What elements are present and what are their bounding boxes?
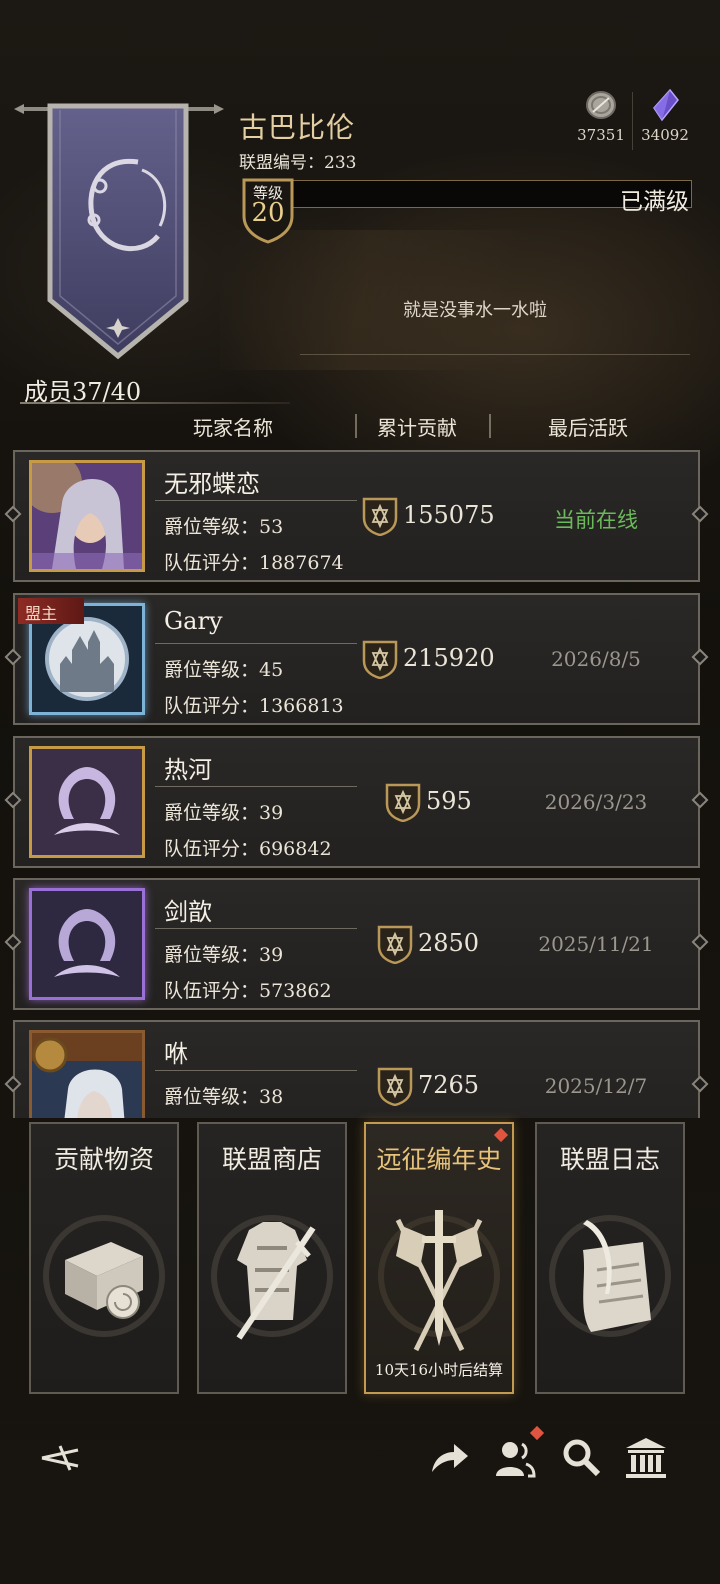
column-header-name: 玩家名称 xyxy=(193,416,273,440)
alliance-log-card[interactable]: 联盟日志 xyxy=(535,1122,685,1394)
card-title: 远征编年史 xyxy=(376,1145,502,1174)
guild-banner[interactable] xyxy=(38,100,198,362)
player-name: Gary xyxy=(164,607,223,635)
contribution-emblem-icon xyxy=(362,640,398,679)
contribution-value: 215920 xyxy=(403,644,495,672)
card-title: 联盟商店 xyxy=(221,1145,322,1174)
level-status: 已满级 xyxy=(620,189,689,215)
divider xyxy=(155,786,357,787)
member-row[interactable]: 热河 爵位等级：39 队伍评分：696842 595 2026/3/23 xyxy=(4,736,709,868)
player-rank: 爵位等级：39 xyxy=(164,802,284,824)
player-rank: 爵位等级：38 xyxy=(164,1086,284,1108)
contribution: 595 xyxy=(384,782,534,822)
search-icon[interactable] xyxy=(560,1436,604,1480)
avatar[interactable] xyxy=(29,746,145,858)
column-header-contribution: 累计贡献 xyxy=(377,416,457,440)
player-rank: 爵位等级：45 xyxy=(164,659,284,681)
member-row[interactable]: 盟主 Gary 爵位等级：45 队伍评分：1366813 215920 2026… xyxy=(4,593,709,725)
online-status: 当前在线 xyxy=(554,508,638,532)
guild-motto: 就是没事水一水啦 xyxy=(403,300,547,321)
level-badge: 等级 20 xyxy=(240,178,296,244)
player-rank: 爵位等级：39 xyxy=(164,944,284,966)
contribution: 7265 xyxy=(376,1066,526,1106)
contribute-supplies-card[interactable]: 贡献物资 xyxy=(29,1122,179,1394)
player-score: 队伍评分：1887674 xyxy=(164,552,344,574)
divider xyxy=(20,402,290,404)
contribution-value: 2850 xyxy=(418,929,480,957)
contribution-emblem-icon xyxy=(362,497,398,536)
contribution: 215920 xyxy=(361,639,511,679)
members-icon[interactable] xyxy=(492,1436,536,1480)
player-name: 热河 xyxy=(164,756,212,784)
divider xyxy=(300,354,690,355)
armor-shop-icon xyxy=(211,1215,333,1340)
row-ornament xyxy=(4,1075,22,1093)
contribution-emblem-icon xyxy=(377,1067,413,1106)
hall-icon[interactable] xyxy=(624,1436,668,1480)
crystal-amount: 34092 xyxy=(641,126,689,144)
guild-name: 古巴比伦 xyxy=(239,111,356,144)
column-header-last-active: 最后活跃 xyxy=(548,416,628,440)
row-ornament xyxy=(691,1075,709,1093)
player-score: 队伍评分：696842 xyxy=(164,838,332,860)
silver-amount: 37351 xyxy=(577,126,625,144)
contribution-value: 595 xyxy=(426,787,472,815)
divider xyxy=(355,414,357,438)
back-icon[interactable] xyxy=(38,1436,82,1480)
divider xyxy=(155,643,357,644)
leader-badge: 盟主 xyxy=(18,598,84,624)
currency-silver[interactable]: 37351 xyxy=(566,88,636,144)
divider xyxy=(155,500,357,501)
crossed-swords-banners-icon xyxy=(378,1210,500,1352)
guild-id: 联盟编号：233 xyxy=(239,153,357,173)
omega-emblem-icon xyxy=(32,749,142,855)
contribution-value: 7265 xyxy=(418,1071,480,1099)
last-active: 2025/11/21 xyxy=(538,932,654,956)
divider xyxy=(155,928,357,929)
last-active: 2025/12/7 xyxy=(544,1074,648,1098)
divider xyxy=(489,414,491,438)
contribution-emblem-icon xyxy=(385,783,421,822)
member-row[interactable]: 剑歆 爵位等级：39 队伍评分：573862 2850 2025/11/21 xyxy=(4,878,709,1010)
contribution: 2850 xyxy=(376,924,526,964)
share-icon[interactable] xyxy=(426,1436,470,1480)
purple-crystal-icon xyxy=(653,88,679,122)
player-name: 无邪蝶恋 xyxy=(164,470,260,498)
settlement-countdown: 10天16小时后结算 xyxy=(374,1361,504,1379)
card-title: 联盟日志 xyxy=(559,1145,660,1174)
last-active: 2026/8/5 xyxy=(551,647,641,671)
contribution-emblem-icon xyxy=(377,925,413,964)
avatar[interactable] xyxy=(29,1030,145,1118)
avatar[interactable] xyxy=(29,460,145,572)
player-score: 队伍评分：1366813 xyxy=(164,695,344,717)
contribution: 155075 xyxy=(361,496,511,536)
expedition-chronicle-card[interactable]: 远征编年史 10天16小时后结算 xyxy=(364,1122,514,1394)
level-number: 20 xyxy=(251,198,285,228)
player-name: 剑歆 xyxy=(164,898,212,926)
member-row[interactable]: 咻 爵位等级：38 7265 2025/12/7 xyxy=(4,1020,709,1118)
last-active: 2026/3/23 xyxy=(544,790,648,814)
member-list-clip: 咻 爵位等级：38 7265 2025/12/7 xyxy=(0,1016,720,1118)
member-row[interactable]: 无邪蝶恋 爵位等级：53 队伍评分：1887674 155075 当前在线 xyxy=(4,450,709,582)
currency-crystal[interactable]: 34092 xyxy=(630,88,700,144)
contribution-value: 155075 xyxy=(403,501,495,529)
silver-coin-icon xyxy=(586,91,616,119)
avatar[interactable] xyxy=(29,888,145,1000)
portrait-elf-icon xyxy=(32,1033,142,1118)
player-score: 队伍评分：573862 xyxy=(164,980,332,1002)
player-rank: 爵位等级：53 xyxy=(164,516,284,538)
quill-scroll-icon xyxy=(549,1215,671,1337)
card-title: 贡献物资 xyxy=(53,1145,154,1174)
omega-emblem-icon xyxy=(32,891,142,997)
alliance-shop-card[interactable]: 联盟商店 xyxy=(197,1122,347,1394)
supplies-scroll-icon xyxy=(43,1215,165,1337)
portrait-woman-icon xyxy=(32,463,142,569)
level-progress-bar: 已满级 xyxy=(290,180,692,215)
divider xyxy=(155,1070,357,1071)
player-name: 咻 xyxy=(164,1040,188,1068)
